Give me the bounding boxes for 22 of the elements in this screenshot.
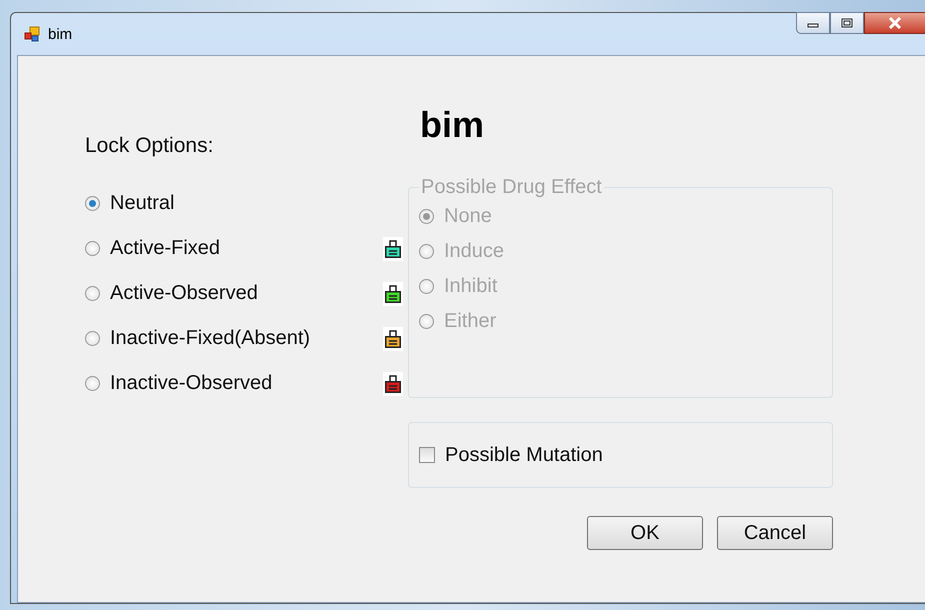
- lock-option-radio[interactable]: Inactive-Fixed(Absent): [85, 327, 310, 350]
- lock-icon: [383, 372, 403, 396]
- minimize-button[interactable]: [796, 12, 830, 34]
- dialog-heading: bim: [420, 104, 486, 147]
- lock-option-radio[interactable]: Inactive-Observed: [85, 372, 272, 395]
- close-button[interactable]: [864, 12, 925, 34]
- lock-icon: [383, 282, 403, 306]
- app-icon: [24, 26, 40, 42]
- close-icon: [888, 17, 902, 29]
- cancel-button[interactable]: Cancel: [717, 516, 833, 550]
- lock-option-radio[interactable]: Neutral: [85, 192, 174, 215]
- lock-option-radio[interactable]: Active-Observed: [85, 282, 258, 305]
- window-title: bim: [48, 26, 72, 42]
- mutation-checkbox[interactable]: Possible Mutation: [419, 444, 603, 466]
- lock-option-radio[interactable]: Active-Fixed: [85, 237, 220, 260]
- maximize-button[interactable]: [830, 12, 864, 34]
- lock-icon: [383, 236, 403, 260]
- group-title: Possible Drug Effect: [420, 176, 603, 199]
- lock-options-label: Lock Options:: [85, 134, 214, 158]
- maximize-icon: [841, 18, 853, 28]
- lock-icon: [383, 326, 403, 350]
- ok-button[interactable]: OK: [587, 516, 703, 550]
